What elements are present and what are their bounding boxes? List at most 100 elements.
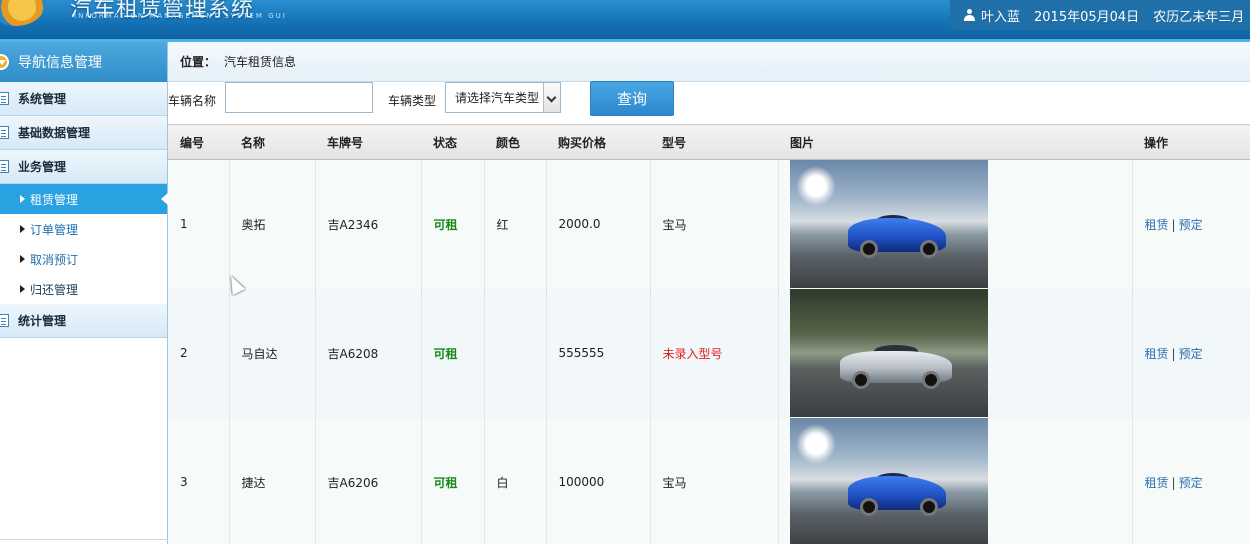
- nav-collapse-icon[interactable]: [0, 54, 9, 70]
- cell-image: [778, 288, 1133, 418]
- cell-price: 2000.0: [546, 159, 651, 289]
- sidebar-item-label: 租赁管理: [30, 192, 79, 207]
- cell-actions: 租赁 | 预定: [1132, 159, 1250, 289]
- cell-model: 宝马: [650, 159, 779, 289]
- user-info-bar: 叶入蓝 2015年05月04日 农历乙未年三月: [950, 0, 1250, 30]
- rent-link[interactable]: 租赁: [1145, 218, 1169, 232]
- app-subtitle: INFORMATION MANAGEMENT SYSTEM GUI: [74, 12, 287, 20]
- col-header-id: 编号: [168, 124, 229, 160]
- triangle-right-icon: [20, 195, 25, 203]
- rent-link[interactable]: 租赁: [1145, 347, 1169, 361]
- lunar-date: 农历乙未年三月: [1153, 9, 1245, 25]
- sidebar-item-rental[interactable]: 租赁管理: [0, 184, 168, 214]
- col-header-actions: 操作: [1132, 124, 1250, 160]
- cell-id: 3: [168, 417, 230, 544]
- menu-group-business[interactable]: 业务管理: [0, 150, 167, 184]
- cell-name: 马自达: [229, 288, 316, 418]
- rental-table: 编号 名称 车牌号 状态 颜色 购买价格 型号 图片 操作 1 奥拓 吉A234…: [168, 124, 1250, 544]
- vehicle-type-select[interactable]: 请选择汽车类型: [445, 82, 561, 113]
- col-header-status: 状态: [421, 124, 484, 160]
- list-icon: [0, 160, 9, 173]
- sidebar-item-label: 订单管理: [30, 222, 79, 237]
- search-bar: 车辆名称 车辆类型 请选择汽车类型 查询: [168, 81, 1250, 124]
- sidebar-item-label: 归还管理: [30, 282, 79, 297]
- menu-group-label: 统计管理: [18, 314, 67, 328]
- menu-group-label: 业务管理: [18, 160, 67, 174]
- menu-group-system[interactable]: 系统管理: [0, 82, 167, 116]
- vehicle-type-selected: 请选择汽车类型: [455, 91, 540, 105]
- menu-group-label: 系统管理: [18, 92, 67, 106]
- user-icon: [964, 9, 975, 21]
- cell-price: 555555: [546, 288, 651, 418]
- app-header: 汽车租赁管理系统 INFORMATION MANAGEMENT SYSTEM G…: [0, 0, 1250, 42]
- list-icon: [0, 92, 9, 105]
- col-header-image: 图片: [778, 124, 1132, 160]
- cell-actions: 租赁 | 预定: [1132, 288, 1250, 418]
- action-separator: |: [1171, 475, 1176, 490]
- list-icon: [0, 126, 9, 139]
- cell-id: 1: [168, 159, 230, 289]
- cell-actions: 租赁 | 预定: [1132, 417, 1250, 544]
- action-separator: |: [1171, 217, 1176, 232]
- reserve-link[interactable]: 预定: [1179, 476, 1203, 490]
- cell-color: 红: [484, 159, 547, 289]
- table-row: 3 捷达 吉A6206 可租 白 100000 宝马 租赁 | 预定: [168, 417, 1250, 544]
- action-separator: |: [1171, 346, 1176, 361]
- cell-status: 可租: [421, 417, 485, 544]
- cell-plate: 吉A6208: [315, 288, 422, 418]
- cell-status: 可租: [421, 288, 485, 418]
- reserve-link[interactable]: 预定: [1179, 218, 1203, 232]
- cell-status: 可租: [421, 159, 485, 289]
- col-header-price: 购买价格: [546, 124, 650, 160]
- vehicle-type-label: 车辆类型: [388, 94, 437, 108]
- col-header-model: 型号: [650, 124, 778, 160]
- cell-image: [778, 159, 1133, 289]
- car-photo-blue-sports-car: [789, 418, 988, 544]
- rent-link[interactable]: 租赁: [1145, 476, 1169, 490]
- cell-name: 捷达: [229, 417, 316, 544]
- table-header-row: 编号 名称 车牌号 状态 颜色 购买价格 型号 图片 操作: [168, 124, 1250, 160]
- triangle-right-icon: [20, 255, 25, 263]
- cell-image: [778, 417, 1133, 544]
- cell-color: 白: [484, 417, 547, 544]
- sidebar-item-cancel-reservation[interactable]: 取消预订: [0, 244, 167, 274]
- cell-id: 2: [168, 288, 230, 418]
- col-header-plate: 车牌号: [315, 124, 421, 160]
- triangle-right-icon: [20, 285, 25, 293]
- main-content: 位置： 汽车租赁信息 车辆名称 车辆类型 请选择汽车类型 查询 编号 名称 车牌…: [168, 42, 1250, 544]
- vehicle-name-input[interactable]: [225, 82, 373, 113]
- nav-title: 导航信息管理: [0, 42, 167, 82]
- app-logo-icon: [0, 0, 46, 26]
- breadcrumb: 位置： 汽车租赁信息: [168, 42, 1250, 82]
- menu-group-basic-data[interactable]: 基础数据管理: [0, 116, 167, 150]
- cell-plate: 吉A2346: [315, 159, 422, 289]
- menu-group-label: 基础数据管理: [18, 126, 91, 140]
- vehicle-name-label: 车辆名称: [168, 94, 217, 108]
- list-icon: [0, 314, 9, 327]
- chevron-down-icon[interactable]: [543, 83, 560, 112]
- query-button[interactable]: 查询: [590, 81, 674, 116]
- cell-color: [484, 288, 547, 418]
- sidebar-item-label: 取消预订: [30, 252, 79, 267]
- breadcrumb-prefix: 位置：: [180, 55, 217, 69]
- table-row: 1 奥拓 吉A2346 可租 红 2000.0 宝马 租赁 | 预定: [168, 159, 1250, 289]
- cell-plate: 吉A6206: [315, 417, 422, 544]
- triangle-right-icon: [20, 225, 25, 233]
- sidebar-item-return[interactable]: 归还管理: [0, 274, 167, 304]
- cell-model: 未录入型号: [650, 288, 779, 418]
- col-header-name: 名称: [229, 124, 315, 160]
- cell-price: 100000: [546, 417, 651, 544]
- car-photo-silver-coupe: [789, 289, 988, 417]
- sidebar-item-orders[interactable]: 订单管理: [0, 214, 167, 244]
- table-row: 2 马自达 吉A6208 可租 555555 未录入型号 租赁 | 预定: [168, 288, 1250, 418]
- menu-group-statistics[interactable]: 统计管理: [0, 304, 167, 338]
- current-date: 2015年05月04日: [1034, 9, 1140, 25]
- user-name[interactable]: 叶入蓝: [981, 6, 1020, 25]
- nav-title-label: 导航信息管理: [18, 55, 102, 71]
- car-photo-blue-sports-car: [789, 160, 988, 289]
- cell-name: 奥拓: [229, 159, 316, 289]
- col-header-color: 颜色: [484, 124, 546, 160]
- cell-model: 宝马: [650, 417, 779, 544]
- reserve-link[interactable]: 预定: [1179, 347, 1203, 361]
- sidebar: 导航信息管理 系统管理 基础数据管理 业务管理 租赁管理 订单管理 取消预订 归…: [0, 42, 242, 544]
